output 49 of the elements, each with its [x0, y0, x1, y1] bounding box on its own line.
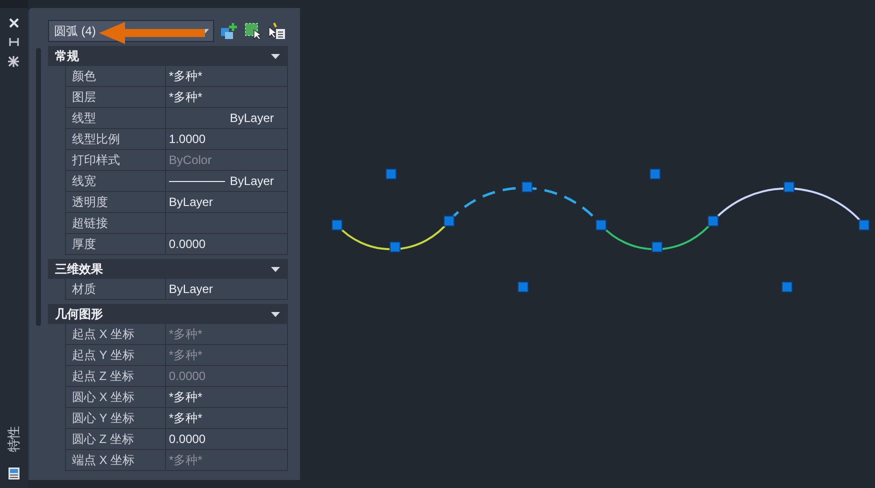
property-label: 起点 X 坐标 — [64, 324, 166, 345]
property-label: 颜色 — [64, 66, 166, 87]
property-label: 线型 — [64, 108, 166, 129]
property-label: 端点 X 坐标 — [64, 450, 166, 471]
property-label: 圆心 X 坐标 — [64, 387, 166, 408]
property-label: 起点 Y 坐标 — [64, 345, 166, 366]
property-label: 材质 — [64, 279, 166, 300]
selected-arcs-drawing[interactable] — [332, 182, 870, 252]
grip-handle[interactable] — [782, 282, 792, 292]
grip-handle[interactable] — [386, 168, 396, 180]
collapse-icon — [270, 52, 280, 60]
collapse-icon — [270, 264, 280, 274]
property-value[interactable]: 1.0000 — [166, 129, 288, 150]
property-label: 厚度 — [64, 234, 166, 255]
property-value[interactable]: *多种* — [166, 387, 288, 408]
property-value[interactable]: *多种* — [166, 87, 288, 108]
property-value[interactable]: *多种* — [166, 66, 288, 87]
property-label: 超链接 — [64, 213, 166, 234]
grip-handle[interactable] — [650, 168, 660, 180]
close-icon[interactable] — [8, 18, 19, 28]
properties-icon[interactable] — [8, 467, 20, 480]
property-label: 圆心 Y 坐标 — [64, 408, 166, 429]
scrollbar[interactable] — [36, 48, 41, 326]
property-value[interactable]: ByLayer — [166, 192, 288, 213]
section-header[interactable]: 三维效果 — [48, 259, 288, 279]
property-value[interactable]: 0.0000 — [166, 429, 288, 450]
property-value[interactable]: ByLayer — [166, 171, 288, 192]
section-header[interactable]: 常规 — [48, 46, 288, 66]
property-label: 圆心 Z 坐标 — [64, 429, 166, 450]
property-value[interactable]: 0.0000 — [166, 234, 288, 255]
property-label: 打印样式 — [64, 150, 166, 171]
add-objects-icon[interactable] — [220, 22, 238, 40]
quick-select-icon[interactable] — [268, 22, 286, 40]
property-label: 透明度 — [64, 192, 166, 213]
property-label: 线型比例 — [64, 129, 166, 150]
side-tab-label[interactable]: 特性 — [4, 426, 23, 452]
property-label: 线宽 — [64, 171, 166, 192]
lineweight-sample — [168, 180, 225, 182]
property-value[interactable]: ByLayer — [166, 108, 288, 129]
select-objects-icon[interactable] — [244, 22, 262, 40]
section-header[interactable]: 几何图形 — [48, 304, 288, 324]
property-value[interactable]: *多种* — [166, 408, 288, 429]
property-label: 起点 Z 坐标 — [64, 366, 166, 387]
grip-handle[interactable] — [518, 282, 528, 292]
settings-icon[interactable] — [8, 56, 20, 67]
pin-icon[interactable] — [8, 37, 19, 47]
collapse-icon — [270, 310, 280, 318]
property-value[interactable]: ByLayer — [166, 279, 288, 300]
property-label: 图层 — [64, 87, 166, 108]
